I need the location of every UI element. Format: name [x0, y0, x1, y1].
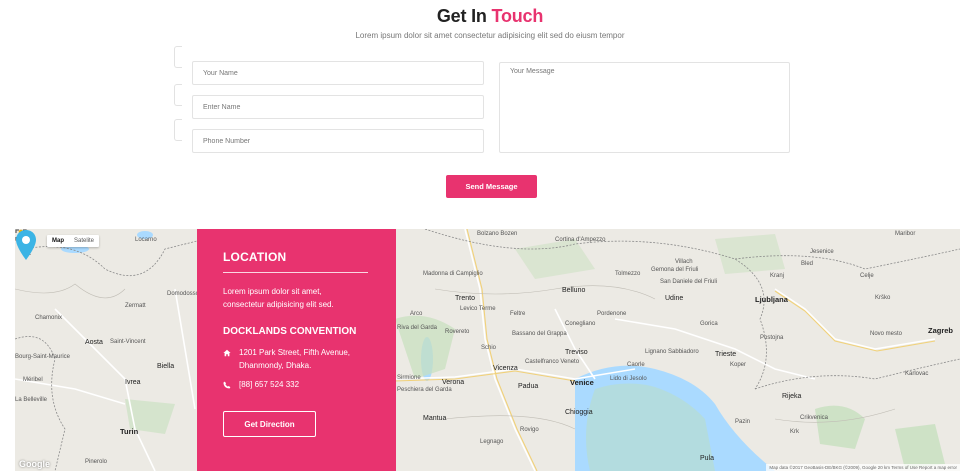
- get-direction-button[interactable]: Get Direction: [223, 411, 316, 437]
- form-decoration: [174, 46, 182, 68]
- map-label: Trieste: [715, 351, 737, 358]
- map-label: Sirmione: [397, 375, 421, 381]
- map-label: Pordenone: [597, 311, 627, 317]
- location-description: Lorem ipsum dolor sit amet, consectetur …: [223, 287, 334, 309]
- map-label: Castelfranco Veneto: [525, 359, 580, 365]
- phone-icon: [223, 378, 239, 393]
- map-label: Zagreb: [928, 326, 954, 335]
- map-label: Padua: [518, 383, 539, 390]
- address-row: 1201 Park Street, Fifth Avenue, Dhanmond…: [223, 346, 370, 372]
- map-label: Riva del Garda: [397, 325, 438, 331]
- map-label: Arco: [410, 311, 423, 317]
- map-label: Celje: [860, 273, 874, 279]
- map-label: Krk: [790, 429, 799, 435]
- map-label: Pazin: [735, 419, 751, 425]
- map-label: Trento: [455, 295, 475, 302]
- map-label: Aosta: [85, 339, 103, 346]
- map-label: Vicenza: [493, 365, 518, 372]
- map-label: Pula: [700, 455, 715, 462]
- home-icon: [223, 346, 239, 361]
- google-logo: Google: [19, 459, 50, 469]
- map-label: Gorica: [700, 321, 718, 327]
- map-label: Bled: [801, 261, 814, 267]
- map-label: Gemona del Friuli: [651, 267, 699, 273]
- title-main: Get In: [436, 6, 487, 26]
- google-map[interactable]: Locarno Domodossola Zermatt Chamonix Aos…: [15, 229, 960, 471]
- map-label: Novo mesto: [870, 331, 903, 337]
- form-decoration: [174, 119, 182, 141]
- map-label: Lignano Sabbiadoro: [645, 349, 699, 355]
- map-label: Venice: [570, 378, 594, 387]
- map-label: Tolmezzo: [615, 271, 641, 277]
- map-label: Cortina d'Ampezzo: [555, 237, 606, 243]
- map-label: Schio: [481, 345, 497, 351]
- map-label: Treviso: [565, 349, 588, 356]
- map-label: Pinerolo: [85, 459, 108, 465]
- heading-divider: [223, 272, 368, 273]
- message-textarea[interactable]: [499, 62, 790, 153]
- map-label: Chamonix: [35, 315, 63, 321]
- map-label: Locarno: [135, 237, 157, 243]
- map-label: Levico Terme: [460, 306, 496, 312]
- map-label: Krško: [875, 295, 891, 301]
- map-label: Bassano del Grappa: [512, 331, 567, 337]
- map-label: Bolzano Bozen: [477, 231, 518, 237]
- map-label: Kranj: [770, 273, 785, 279]
- map-label: Rijeka: [782, 393, 802, 400]
- map-label: Maribor: [895, 231, 916, 237]
- map-label: Ljubljana: [755, 295, 788, 304]
- phone-number-input[interactable]: [192, 129, 484, 153]
- map-label: Turin: [120, 427, 139, 436]
- location-heading: LOCATION: [223, 250, 287, 264]
- map-label: Legnago: [480, 439, 504, 445]
- map-label: Villach: [675, 259, 693, 265]
- map-label: Postojna: [760, 335, 784, 341]
- map-label: Rovigo: [520, 427, 539, 433]
- map-label: Koper: [730, 362, 747, 368]
- map-type-map-button[interactable]: Map: [47, 235, 69, 247]
- phone-row: [88] 657 524 332: [223, 378, 370, 393]
- send-message-button[interactable]: Send Message: [446, 175, 537, 198]
- map-type-control: Map Satelite: [47, 235, 100, 247]
- venue-name: DOCKLANDS CONVENTION: [223, 326, 357, 337]
- page-subtitle: Lorem ipsum dolor sit amet consectetur a…: [355, 31, 625, 40]
- title-accent: Touch: [491, 6, 544, 26]
- map-label: Feltre: [510, 311, 526, 317]
- map-label: Jesenice: [810, 249, 834, 255]
- map-type-satellite-button[interactable]: Satelite: [69, 235, 99, 247]
- map-label: La Belleville: [15, 397, 48, 403]
- phone-text: [88] 657 524 332: [239, 380, 300, 389]
- your-name-input[interactable]: [192, 61, 484, 85]
- map-label: Ivrea: [125, 379, 141, 386]
- location-card: LOCATION Lorem ipsum dolor sit amet, con…: [197, 229, 396, 471]
- map-label: Mantua: [423, 415, 447, 422]
- address-text: 1201 Park Street, Fifth Avenue, Dhanmond…: [239, 348, 351, 370]
- map-label: Crikvenica: [800, 415, 829, 421]
- map-label: Bourg-Saint-Maurice: [15, 354, 71, 360]
- enter-name-input[interactable]: [192, 95, 484, 119]
- map-label: Biella: [157, 363, 175, 370]
- form-decoration: [174, 84, 182, 106]
- map-label: Madonna di Campiglio: [423, 271, 483, 277]
- map-label: Zermatt: [125, 303, 146, 309]
- map-label: Lido di Jesolo: [610, 376, 647, 382]
- map-label: Saint-Vincent: [110, 339, 146, 345]
- map-label: Karlovac: [905, 371, 929, 377]
- map-label: Rovereto: [445, 329, 470, 335]
- map-label: Caorle: [627, 362, 645, 368]
- map-label: Belluno: [562, 287, 586, 294]
- map-marker-icon[interactable]: [15, 229, 37, 261]
- map-label: Chioggia: [565, 409, 593, 416]
- map-label: Conegliano: [565, 321, 596, 327]
- page-title: Get In Touch: [0, 6, 980, 27]
- map-label: San Daniele del Friuli: [660, 279, 718, 285]
- map-label: Verona: [442, 379, 465, 386]
- map-label: Udine: [665, 295, 684, 302]
- map-label: Peschiera del Garda: [397, 387, 452, 393]
- map-attribution[interactable]: Map data ©2017 GeoBasis-DE/BKG (©2009), …: [766, 464, 960, 471]
- map-label: Méribel: [23, 377, 43, 383]
